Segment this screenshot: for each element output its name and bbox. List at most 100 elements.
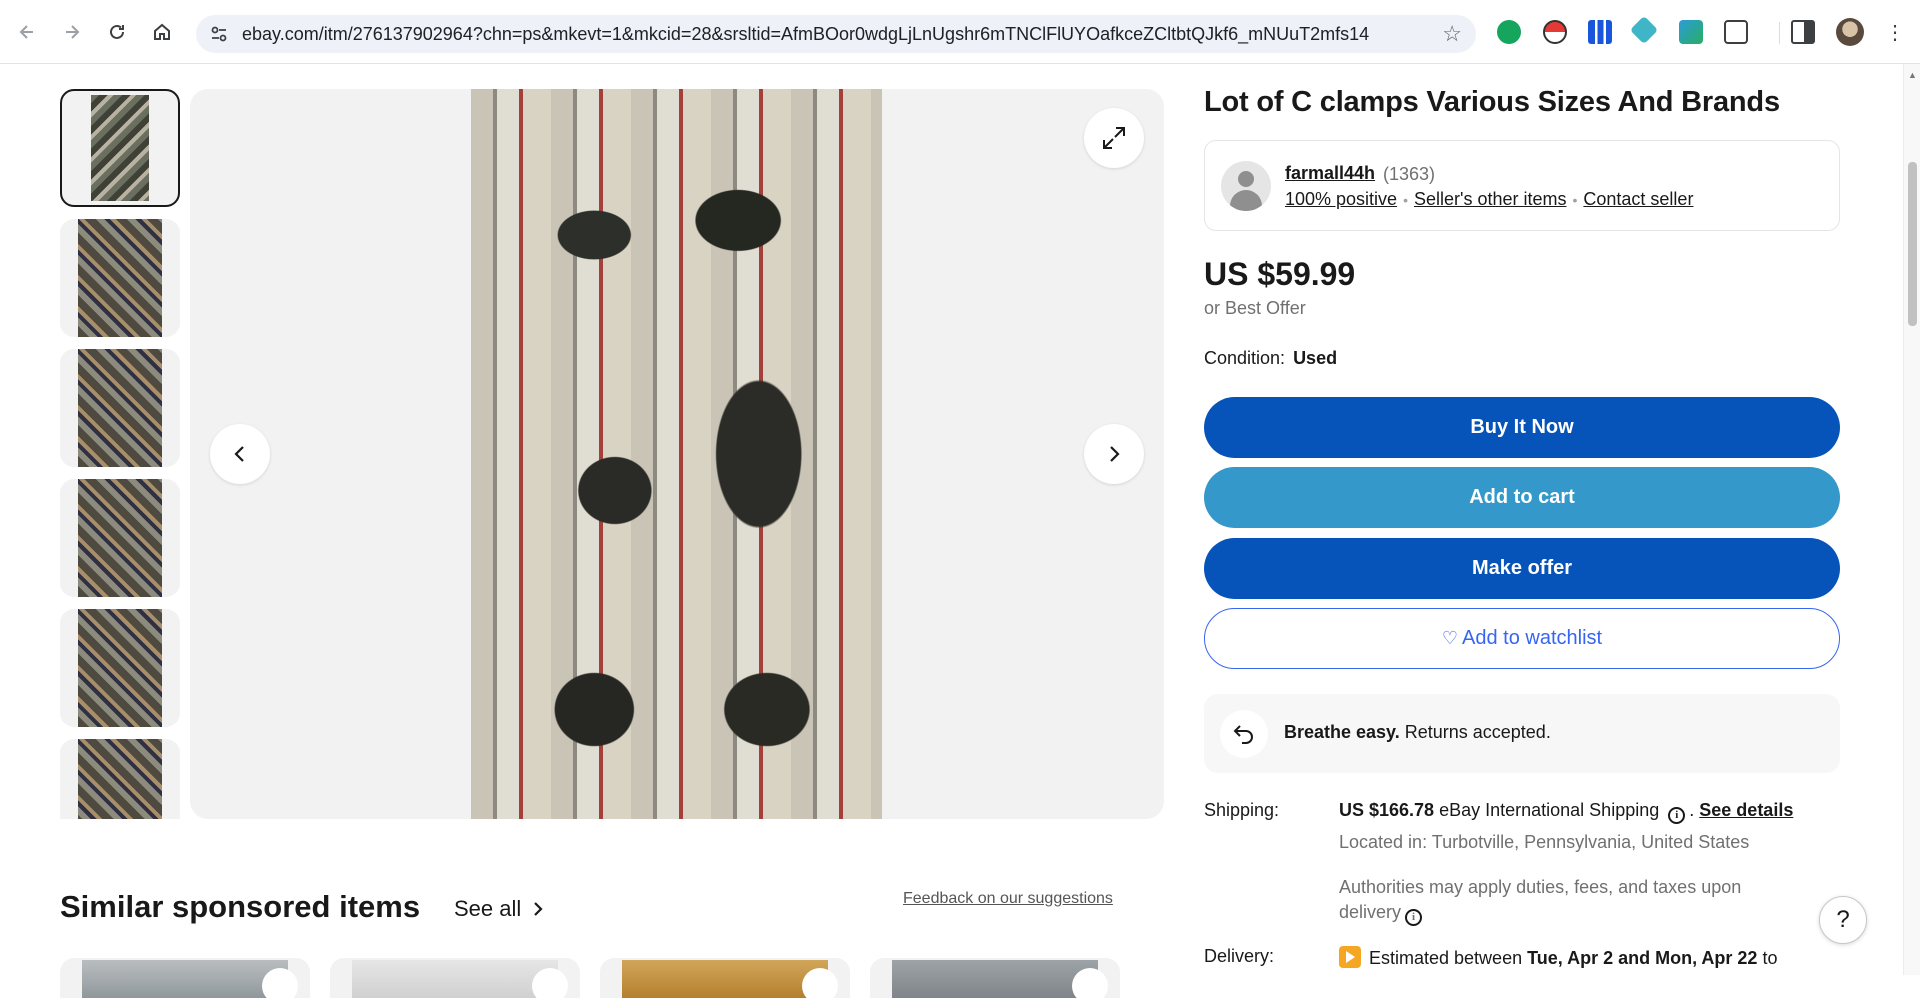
see-details-link[interactable]: See details (1699, 800, 1793, 820)
seller-card: farmall44h (1363) 100% positive • Seller… (1204, 140, 1840, 231)
seller-avatar[interactable] (1221, 161, 1271, 211)
separator-dot: • (1572, 191, 1578, 208)
watch-heart-button[interactable] (262, 968, 298, 998)
sponsored-item-card[interactable] (870, 958, 1120, 998)
delivery-flag-icon (1339, 946, 1361, 968)
sponsored-item-card[interactable] (600, 958, 850, 998)
toolbar-separator (1779, 22, 1780, 44)
profile-avatar[interactable] (1836, 18, 1864, 46)
duties-notice-delivery: delivery (1339, 902, 1402, 922)
url-text[interactable]: ebay.com/itm/276137902964?chn=ps&mkevt=1… (242, 24, 1369, 45)
question-mark-icon: ? (1836, 906, 1850, 933)
item-image (352, 960, 558, 998)
item-image (82, 960, 288, 998)
see-all-label: See all (454, 896, 522, 921)
heart-icon: ♡ (1441, 628, 1459, 648)
condition-row: Condition: Used (1204, 348, 1337, 369)
gallery-thumbnail[interactable] (60, 609, 180, 727)
chevron-right-icon (534, 902, 543, 916)
pokeball-icon[interactable] (1543, 20, 1567, 44)
thumbnail-image (78, 739, 162, 819)
seller-name-link[interactable]: farmall44h (1285, 163, 1375, 184)
home-icon[interactable] (147, 17, 177, 47)
reload-icon[interactable] (102, 17, 132, 47)
web3-icon[interactable] (1629, 15, 1659, 45)
page-scrollbar[interactable]: ▲ (1903, 64, 1920, 975)
sponsored-item-card[interactable] (330, 958, 580, 998)
best-offer-label: or Best Offer (1204, 298, 1306, 318)
thumbnail-image (78, 609, 162, 727)
returns-rest: Returns accepted. (1399, 722, 1551, 742)
make-offer-button[interactable]: Make offer (1204, 538, 1840, 599)
main-product-image-panel[interactable] (190, 89, 1164, 819)
similar-items-heading: Similar sponsored items (60, 889, 421, 924)
gallery-thumbnail[interactable] (60, 219, 180, 337)
shipping-details: US $166.78 eBay International Shipping i… (1339, 800, 1793, 824)
watch-heart-button[interactable] (532, 968, 568, 998)
cast-icon[interactable] (1679, 20, 1703, 44)
gallery-thumbnail[interactable] (60, 349, 180, 467)
gallery-thumbnail[interactable] (60, 89, 180, 207)
add-to-watchlist-button[interactable]: ♡ Add to watchlist (1204, 608, 1840, 669)
chevron-left-icon (234, 446, 244, 462)
analytics-icon[interactable] (1588, 20, 1612, 44)
item-location: Located in: Turbotville, Pennsylvania, U… (1339, 832, 1750, 852)
site-settings-icon[interactable] (208, 23, 230, 45)
forward-arrow-icon[interactable] (57, 17, 87, 47)
back-arrow-icon[interactable] (12, 17, 42, 47)
address-bar[interactable]: ebay.com/itm/276137902964?chn=ps&mkevt=1… (196, 15, 1476, 53)
buy-it-now-button[interactable]: Buy It Now (1204, 397, 1840, 458)
seller-links: 100% positive • Seller's other items • C… (1285, 189, 1693, 210)
puzzle-icon[interactable] (1724, 20, 1748, 44)
browser-toolbar: ebay.com/itm/276137902964?chn=ps&mkevt=1… (0, 0, 1920, 64)
shipping-method: eBay International Shipping (1434, 800, 1660, 820)
help-button[interactable]: ? (1819, 896, 1867, 944)
watch-heart-button[interactable] (1072, 968, 1108, 998)
scroll-up-arrow-icon[interactable]: ▲ (1908, 70, 1917, 80)
info-icon[interactable]: i (1668, 807, 1686, 824)
item-image (622, 960, 828, 998)
gallery-thumbnail[interactable] (60, 479, 180, 597)
thumbnail-image (91, 95, 149, 201)
contact-seller-link[interactable]: Contact seller (1583, 189, 1693, 210)
previous-image-button[interactable] (210, 424, 270, 484)
positive-feedback-link[interactable]: 100% positive (1285, 189, 1397, 210)
scrollbar-thumb[interactable] (1908, 162, 1917, 326)
delivery-prefix: Estimated between (1369, 948, 1528, 968)
item-image (892, 960, 1098, 998)
star-icon[interactable]: ☆ (1442, 21, 1462, 47)
expand-icon[interactable] (1084, 108, 1144, 168)
info-icon[interactable]: i (1405, 909, 1423, 926)
feedback-suggestions-link[interactable]: Feedback on our suggestions (903, 890, 1113, 908)
delivery-label: Delivery: (1204, 946, 1275, 966)
return-arrow-icon (1220, 710, 1268, 758)
separator-period: . (1689, 800, 1700, 820)
seller-other-items-link[interactable]: Seller's other items (1414, 189, 1567, 210)
watch-heart-button[interactable] (802, 968, 838, 998)
next-image-button[interactable] (1084, 424, 1144, 484)
add-to-cart-button[interactable]: Add to cart (1204, 467, 1840, 528)
gallery-thumbnail[interactable] (60, 739, 180, 819)
delivery-range: Tue, Apr 2 and Mon, Apr 22 (1527, 948, 1758, 968)
sponsored-item-card[interactable] (60, 958, 310, 998)
condition-label: Condition: (1204, 348, 1286, 368)
condition-value: Used (1293, 348, 1338, 368)
shipping-label: Shipping: (1204, 800, 1280, 820)
thumbnail-strip (60, 89, 180, 819)
item-price: US $59.99 (1204, 256, 1356, 292)
menu-kebab-icon[interactable]: ⋮ (1880, 17, 1910, 47)
delivery-estimate: Estimated between Tue, Apr 2 and Mon, Ap… (1339, 946, 1777, 969)
thumbnail-image (78, 349, 162, 467)
see-all-link[interactable]: See all (454, 896, 547, 922)
thumbnail-image (78, 219, 162, 337)
watchlist-label: Add to watchlist (1462, 627, 1603, 649)
listing-title: Lot of C clamps Various Sizes And Brands (1204, 86, 1780, 118)
product-photo[interactable] (471, 89, 882, 819)
sidepanel-icon[interactable] (1791, 20, 1815, 44)
thumbnail-image (78, 479, 162, 597)
returns-banner: Breathe easy. Returns accepted. (1204, 694, 1840, 773)
seller-feedback-count: (1363) (1383, 164, 1436, 184)
grammarly-icon[interactable] (1497, 20, 1521, 44)
separator-dot: • (1403, 191, 1408, 208)
duties-notice-line1: Authorities may apply duties, fees, and … (1339, 877, 1742, 897)
